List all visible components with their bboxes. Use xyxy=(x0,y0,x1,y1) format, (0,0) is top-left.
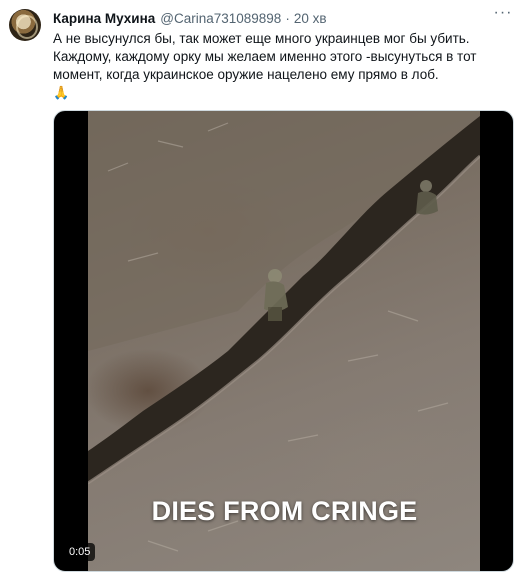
separator-dot: · xyxy=(285,10,290,26)
tweet-text-line: Каждому, каждому орку мы желаем именно э… xyxy=(53,49,477,82)
tweet-card: Карина Мухина @Carina731089898 · 20 хв ·… xyxy=(0,0,525,582)
tweet-time[interactable]: 20 хв xyxy=(294,11,327,26)
video-player[interactable]: DIES FROM CRINGE 0:05 xyxy=(53,110,514,572)
tweet-text: А не высунулся бы, так может еще много у… xyxy=(53,30,515,102)
avatar[interactable] xyxy=(9,9,41,41)
author-handle[interactable]: @Carina731089898 xyxy=(160,11,281,26)
tweet-text-line: А не высунулся бы, так может еще много у… xyxy=(53,31,470,46)
tweet-emoji: 🙏 xyxy=(53,85,70,100)
video-duration: 0:05 xyxy=(64,543,96,561)
more-options-icon[interactable]: ··· xyxy=(493,5,513,24)
tweet-header: Карина Мухина @Carina731089898 · 20 хв xyxy=(53,9,327,27)
author-name[interactable]: Карина Мухина xyxy=(53,11,155,26)
video-caption: DIES FROM CRINGE xyxy=(151,496,418,526)
